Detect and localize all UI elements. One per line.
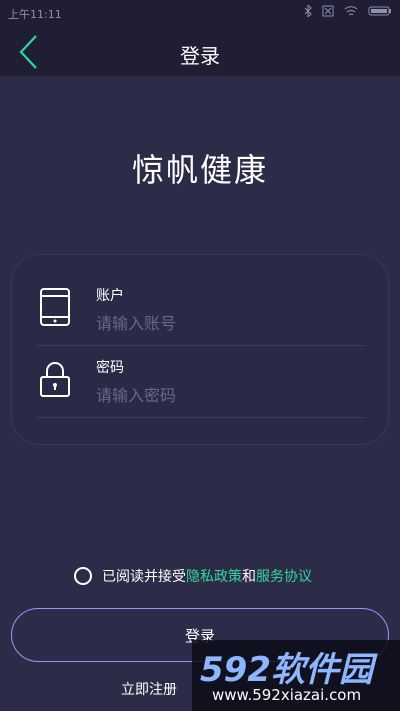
account-row: 账户 bbox=[36, 273, 366, 346]
terms-prefix: 已阅读并接受 bbox=[102, 569, 186, 585]
terms-and: 和 bbox=[242, 569, 256, 585]
status-time: 上午11:11 bbox=[8, 8, 62, 21]
page-title: 登录 bbox=[180, 44, 220, 68]
privacy-policy-link[interactable]: 隐私政策 bbox=[186, 566, 242, 586]
terms-agreement: 已阅读并接受 隐私政策 和 服务协议 bbox=[74, 566, 312, 586]
account-label: 账户 bbox=[96, 288, 124, 304]
watermark-logo: 592软件园 bbox=[200, 650, 373, 690]
bluetooth-icon bbox=[304, 5, 312, 17]
wifi-icon bbox=[344, 6, 358, 16]
watermark-url: www.592xiazai.com bbox=[212, 686, 362, 704]
login-form-card: 账户 密码 bbox=[11, 254, 389, 445]
status-bar: 上午11:11 bbox=[0, 0, 400, 28]
battery-status-icon bbox=[322, 5, 334, 17]
battery-icon bbox=[368, 6, 391, 16]
watermark: 592软件园 www.592xiazai.com bbox=[192, 640, 400, 711]
agree-radio[interactable] bbox=[74, 567, 92, 585]
app-name: 惊帆健康 bbox=[131, 151, 268, 189]
password-label: 密码 bbox=[96, 360, 124, 376]
register-link[interactable]: 立即注册 bbox=[121, 679, 177, 699]
password-row: 密码 bbox=[36, 345, 366, 418]
service-agreement-link[interactable]: 服务协议 bbox=[256, 566, 312, 586]
status-icons bbox=[304, 5, 392, 17]
lock-icon bbox=[40, 362, 70, 397]
password-input[interactable] bbox=[96, 383, 356, 407]
account-input[interactable] bbox=[96, 311, 356, 335]
phone-icon bbox=[40, 288, 70, 326]
